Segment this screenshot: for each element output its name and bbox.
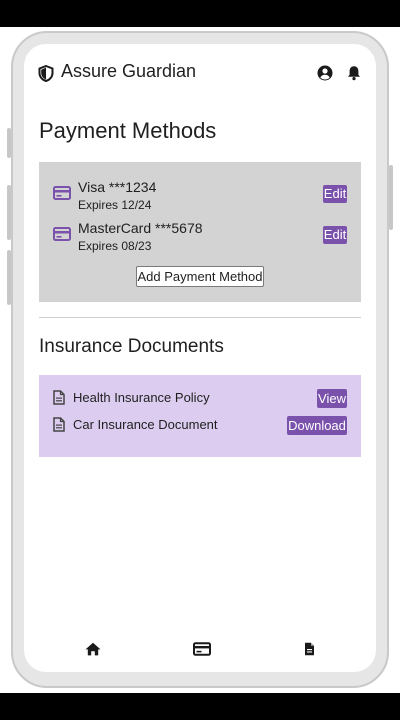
section-divider [39, 317, 361, 318]
document-icon[interactable] [299, 642, 319, 658]
bottom-navigation [24, 634, 376, 672]
payment-method-name: Visa ***1234 [78, 179, 157, 195]
add-payment-method-button[interactable]: Add Payment Method [136, 266, 264, 287]
document-item: Car Insurance Document Download [39, 414, 361, 436]
view-document-button[interactable]: View [317, 389, 347, 408]
credit-card-icon [53, 185, 71, 201]
payment-method-expiry: Expires 08/23 [78, 239, 152, 253]
app-screen: Assure Guardian Payment Methods Visa ***… [24, 44, 376, 672]
payment-method-item: MasterCard ***5678 Expires 08/23 Edit [39, 218, 361, 256]
top-letterbox-bar [0, 0, 400, 27]
payment-method-expiry: Expires 12/24 [78, 198, 152, 212]
document-name: Car Insurance Document [73, 417, 218, 432]
bell-icon[interactable] [347, 65, 361, 81]
account-circle-icon[interactable] [317, 65, 333, 81]
credit-card-icon[interactable] [192, 642, 212, 658]
phone-power-button [389, 165, 393, 230]
edit-payment-button[interactable]: Edit [323, 226, 347, 244]
payment-methods-heading: Payment Methods [39, 118, 217, 143]
app-title: Assure Guardian [61, 61, 197, 81]
phone-side-button [7, 128, 11, 158]
payment-method-item: Visa ***1234 Expires 12/24 Edit [39, 177, 361, 215]
credit-card-icon [53, 226, 71, 242]
insurance-documents-card: Health Insurance Policy View Car Insuran… [39, 375, 361, 457]
shield-icon [38, 64, 54, 83]
app-header: Assure Guardian [24, 44, 376, 102]
bottom-letterbox-bar [0, 693, 400, 720]
document-icon [53, 390, 65, 405]
edit-payment-button[interactable]: Edit [323, 185, 347, 203]
phone-volume-down-button [7, 250, 11, 305]
document-icon [53, 417, 65, 432]
payment-methods-card: Visa ***1234 Expires 12/24 Edit MasterCa… [39, 162, 361, 302]
document-name: Health Insurance Policy [73, 390, 210, 405]
phone-volume-up-button [7, 185, 11, 240]
download-document-button[interactable]: Download [287, 416, 347, 435]
payment-method-name: MasterCard ***5678 [78, 220, 203, 236]
insurance-documents-heading: Insurance Documents [39, 336, 224, 357]
home-icon[interactable] [83, 642, 103, 658]
document-item: Health Insurance Policy View [39, 387, 361, 409]
